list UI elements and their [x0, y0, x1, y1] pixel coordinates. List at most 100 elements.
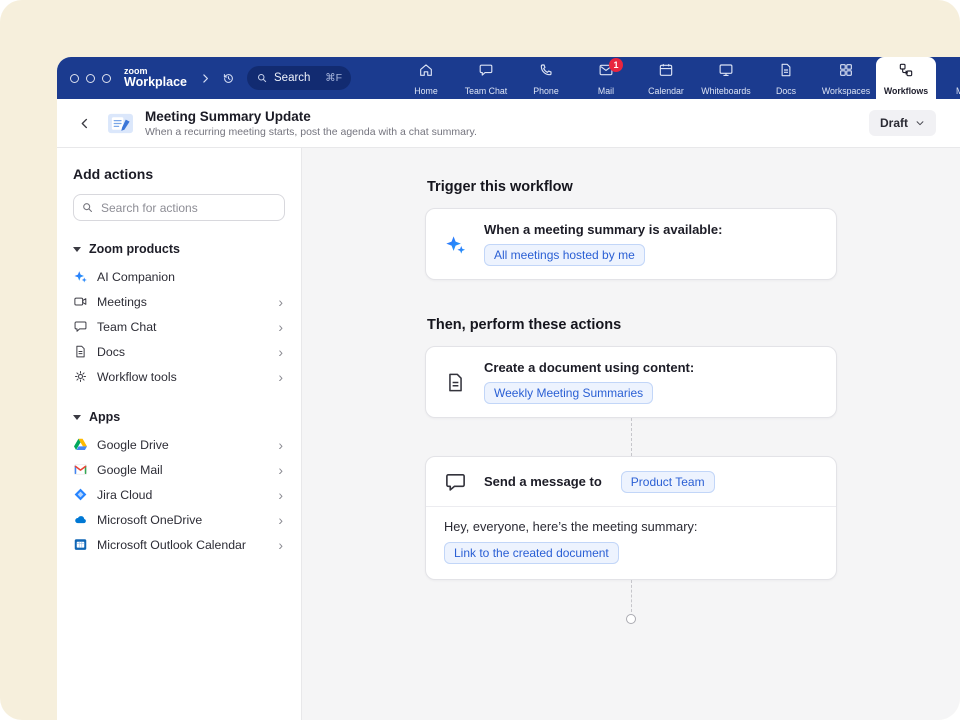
chevron-right-icon: ›	[278, 513, 285, 527]
send-message-card[interactable]: Send a message to Product Team Hey, ever…	[425, 456, 837, 580]
onedrive-cloud-icon	[73, 512, 88, 527]
window-control-dot[interactable]	[86, 74, 95, 83]
document-icon	[73, 344, 88, 359]
sidebar-section-zoom-products: Zoom products AI Companion Meetings › Te…	[73, 242, 285, 389]
create-document-card[interactable]: Create a document using content: Weekly …	[425, 346, 837, 418]
sidebar-item-ai-companion[interactable]: AI Companion	[73, 264, 285, 289]
chat-bubble-icon	[73, 319, 88, 334]
chevron-right-icon: ›	[278, 320, 285, 334]
chat-bubble-icon	[444, 470, 467, 493]
app-window: zoom Workplace Search ⌘F Home	[57, 57, 960, 720]
sidebar-item-team-chat[interactable]: Team Chat ›	[73, 314, 285, 339]
history-icon[interactable]	[222, 72, 235, 85]
tab-team-chat[interactable]: Team Chat	[456, 57, 516, 99]
create-document-content: Create a document using content: Weekly …	[484, 360, 694, 404]
message-body: Hey, everyone, here’s the meeting summar…	[426, 507, 836, 579]
whiteboard-icon	[718, 62, 734, 83]
back-button[interactable]	[77, 116, 92, 131]
global-search[interactable]: Search ⌘F	[247, 66, 351, 90]
search-shortcut: ⌘F	[325, 72, 342, 84]
trigger-card[interactable]: When a meeting summary is available: All…	[425, 208, 837, 280]
chat-bubble-icon	[478, 62, 494, 83]
send-message-text: Send a message to	[484, 474, 602, 489]
actions-search	[73, 194, 285, 221]
draft-status-dropdown[interactable]: Draft	[869, 110, 936, 136]
dashed-connector	[631, 580, 632, 612]
ai-sparkle-icon	[444, 233, 467, 256]
sidebar-item-microsoft-onedrive[interactable]: Microsoft OneDrive ›	[73, 507, 285, 532]
chevron-right-icon[interactable]	[199, 72, 212, 85]
tab-more[interactable]: More	[936, 57, 960, 99]
window-control-dot[interactable]	[102, 74, 111, 83]
search-icon	[81, 201, 94, 214]
workflow-subtitle: When a recurring meeting starts, post th…	[145, 126, 477, 138]
window-control-dot[interactable]	[70, 74, 79, 83]
meeting-summary-app-icon	[107, 112, 134, 135]
chevron-right-icon: ›	[278, 370, 285, 384]
phone-icon	[538, 62, 554, 83]
gmail-icon	[73, 462, 88, 477]
search-label: Search	[274, 72, 310, 84]
tab-home[interactable]: Home	[396, 57, 456, 99]
document-content-chip[interactable]: Weekly Meeting Summaries	[484, 382, 653, 404]
sidebar-item-microsoft-outlook-calendar[interactable]: Microsoft Outlook Calendar ›	[73, 532, 285, 557]
send-message-header: Send a message to Product Team	[426, 457, 836, 506]
desktop-background: zoom Workplace Search ⌘F Home	[0, 0, 960, 720]
sidebar-heading: Add actions	[73, 166, 285, 182]
workflow-flow-column: Trigger this workflow When a meeting sum…	[425, 148, 837, 664]
triangle-collapse-icon	[73, 415, 81, 420]
tab-workflows[interactable]: Workflows	[876, 57, 936, 99]
chevron-right-icon: ›	[278, 295, 285, 309]
chevron-down-icon	[915, 118, 925, 128]
chevron-right-icon: ›	[278, 538, 285, 552]
sidebar-item-meetings[interactable]: Meetings ›	[73, 289, 285, 314]
chevron-right-icon: ›	[278, 438, 285, 452]
workflow-canvas: Trigger this workflow When a meeting sum…	[302, 148, 960, 720]
workflow-title-block: Meeting Summary Update When a recurring …	[145, 109, 477, 138]
workflow-end-node	[626, 614, 636, 624]
actions-sidebar: Add actions Zoom products AI Companion	[57, 148, 302, 720]
sidebar-item-google-drive[interactable]: Google Drive ›	[73, 432, 285, 457]
workspaces-grid-icon	[838, 62, 854, 83]
tab-phone[interactable]: Phone	[516, 57, 576, 99]
gear-icon	[73, 369, 88, 384]
chevron-right-icon: ›	[278, 488, 285, 502]
section-header-zoom-products[interactable]: Zoom products	[73, 242, 285, 256]
workflows-icon	[898, 62, 914, 83]
calendar-icon	[658, 62, 674, 83]
triangle-collapse-icon	[73, 247, 81, 252]
workflow-body: Add actions Zoom products AI Companion	[57, 148, 960, 720]
ai-sparkle-icon	[73, 269, 88, 284]
top-navigation: zoom Workplace Search ⌘F Home	[57, 57, 960, 99]
document-icon	[444, 371, 467, 394]
google-drive-icon	[73, 437, 88, 452]
trigger-card-content: When a meeting summary is available: All…	[484, 222, 722, 266]
document-link-chip[interactable]: Link to the created document	[444, 542, 619, 564]
workflow-title: Meeting Summary Update	[145, 109, 477, 124]
message-text: Hey, everyone, here’s the meeting summar…	[444, 519, 818, 534]
outlook-calendar-icon	[73, 537, 88, 552]
actions-search-input[interactable]	[73, 194, 285, 221]
sidebar-item-docs[interactable]: Docs ›	[73, 339, 285, 364]
tab-workspaces[interactable]: Workspaces	[816, 57, 876, 99]
nav-tabs: Home Team Chat Phone Mail 1 Calend	[396, 57, 960, 99]
recipient-chip[interactable]: Product Team	[621, 471, 715, 493]
document-icon	[778, 62, 794, 83]
tab-docs[interactable]: Docs	[756, 57, 816, 99]
sidebar-item-workflow-tools[interactable]: Workflow tools ›	[73, 364, 285, 389]
chevron-right-icon: ›	[278, 345, 285, 359]
sidebar-section-apps: Apps Google Drive › Google Mail › J	[73, 410, 285, 557]
sidebar-item-jira-cloud[interactable]: Jira Cloud ›	[73, 482, 285, 507]
sidebar-item-google-mail[interactable]: Google Mail ›	[73, 457, 285, 482]
draft-status-label: Draft	[880, 116, 908, 130]
search-icon	[256, 72, 268, 84]
tab-calendar[interactable]: Calendar	[636, 57, 696, 99]
mail-unread-badge: 1	[609, 58, 623, 72]
section-header-apps[interactable]: Apps	[73, 410, 285, 424]
trigger-heading: Trigger this workflow	[427, 179, 837, 195]
tab-mail[interactable]: Mail 1	[576, 57, 636, 99]
tab-whiteboards[interactable]: Whiteboards	[696, 57, 756, 99]
dashed-connector	[631, 418, 632, 456]
trigger-scope-chip[interactable]: All meetings hosted by me	[484, 244, 645, 266]
chevron-right-icon: ›	[278, 463, 285, 477]
